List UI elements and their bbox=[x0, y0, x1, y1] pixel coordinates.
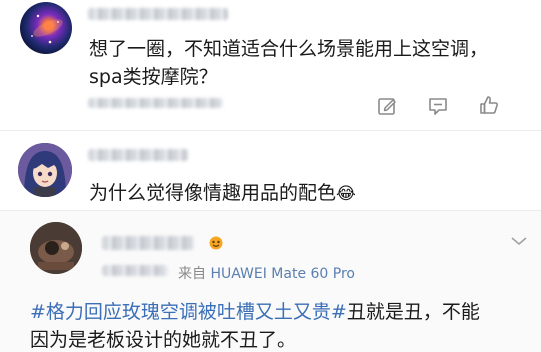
comment-divider bbox=[0, 130, 541, 131]
comment-1-meta-obscured bbox=[88, 98, 223, 108]
commenter-1-avatar[interactable] bbox=[20, 2, 72, 54]
comment-icon[interactable] bbox=[427, 95, 449, 117]
post-author-name-obscured bbox=[102, 236, 194, 250]
post-text-line1: #格力回应玫瑰空调被吐槽又土又贵#丑就是丑，不能 bbox=[30, 297, 480, 324]
comment-1-text-line1: 想了一圈，不知道适合什么场景能用上这空调， bbox=[89, 38, 489, 60]
commenter-2-avatar[interactable] bbox=[18, 143, 72, 197]
commenter-1-name-obscured bbox=[88, 8, 228, 20]
comment-2-text: 为什么觉得像情趣用品的配色😂 bbox=[89, 178, 356, 205]
author-avatar-image bbox=[30, 222, 82, 274]
post-hashtag-link[interactable]: #格力回应玫瑰空调被吐槽又土又贵# bbox=[30, 301, 347, 323]
post-source-prefix: 来自 bbox=[178, 266, 206, 282]
post-author-avatar[interactable] bbox=[30, 222, 82, 274]
post-text-line2: 因为是老板设计的她就不丑了。 bbox=[30, 329, 297, 351]
commenter-2-name-obscured bbox=[88, 149, 188, 161]
anime-avatar-image bbox=[18, 143, 72, 197]
galaxy-avatar-image bbox=[31, 14, 63, 44]
chevron-down-icon[interactable] bbox=[510, 235, 528, 247]
post-time-obscured bbox=[102, 265, 168, 276]
laughing-emoji-icon: 😂 bbox=[336, 184, 356, 204]
post-text-after-hashtag: 丑就是丑，不能 bbox=[346, 301, 480, 323]
comment-2-text-content: 为什么觉得像情趣用品的配色 bbox=[89, 182, 337, 204]
author-badge-icon bbox=[209, 236, 223, 250]
comment-1-text-line2: spa类按摩院？ bbox=[89, 66, 218, 88]
edit-icon[interactable] bbox=[376, 95, 398, 117]
weibo-comment-thread: 想了一圈，不知道适合什么场景能用上这空调， spa类按摩院？ 为什么觉得像情趣用… bbox=[0, 0, 541, 352]
post-source: 来自 HUAWEI Mate 60 Pro bbox=[178, 263, 355, 283]
post-source-device[interactable]: HUAWEI Mate 60 Pro bbox=[210, 266, 355, 282]
thumbs-up-icon[interactable] bbox=[478, 94, 500, 116]
